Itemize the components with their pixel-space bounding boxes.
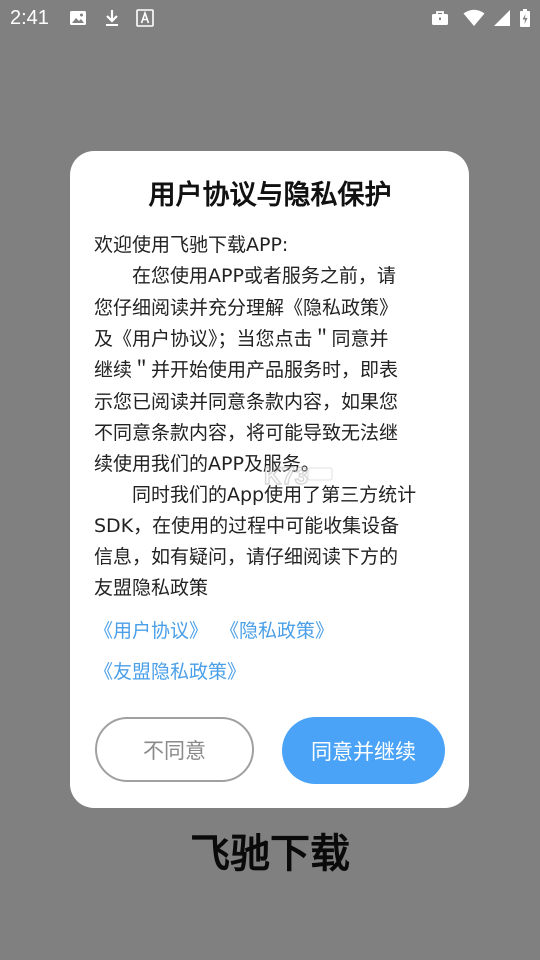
body-line: 友盟隐私政策 (94, 577, 209, 599)
body-line: 您仔细阅读并充分理解《隐私政策》 (94, 297, 399, 319)
signal-icon (494, 10, 510, 26)
svg-text:K73: K73 (264, 463, 308, 490)
watermark-logo-icon: K73 (263, 462, 333, 491)
download-icon (106, 10, 118, 26)
body-line: SDK，在使用的过程中可能收集设备 (94, 515, 400, 537)
body-line: 同时我们的App使用了第三方统计 (94, 484, 417, 506)
body-line: 在您使用APP或者服务之前，请 (94, 265, 396, 287)
decline-button[interactable]: 不同意 (95, 717, 254, 782)
body-line: 继续＂并开始使用产品服务时，即表 (94, 359, 399, 381)
privacy-policy-link[interactable]: 《隐私政策》 (220, 616, 334, 647)
body-line: 欢迎使用飞驰下载APP: (94, 234, 289, 256)
battery-icon (520, 9, 530, 27)
status-time: 2:41 (10, 7, 49, 29)
image-icon (70, 11, 86, 25)
briefcase-icon (432, 11, 448, 25)
user-agreement-link[interactable]: 《用户协议》 (94, 616, 208, 647)
body-line: 不同意条款内容，将可能导致无法继 (94, 422, 399, 444)
status-bar: 2:41 (0, 0, 540, 36)
app-name: 飞驰下载 (190, 831, 350, 877)
font-icon (136, 9, 154, 27)
umeng-privacy-link[interactable]: 《友盟隐私政策》 (94, 657, 246, 688)
body-line: 信息，如有疑问，请仔细阅读下方的 (94, 546, 399, 568)
dialog-title: 用户协议与隐私保护 (148, 180, 392, 211)
wifi-icon (463, 9, 485, 26)
body-line: 及《用户协议》；当您点击＂同意并 (94, 328, 389, 350)
accept-button[interactable]: 同意并继续 (282, 717, 445, 784)
body-line: 示您已阅读并同意条款内容，如果您 (94, 391, 399, 413)
